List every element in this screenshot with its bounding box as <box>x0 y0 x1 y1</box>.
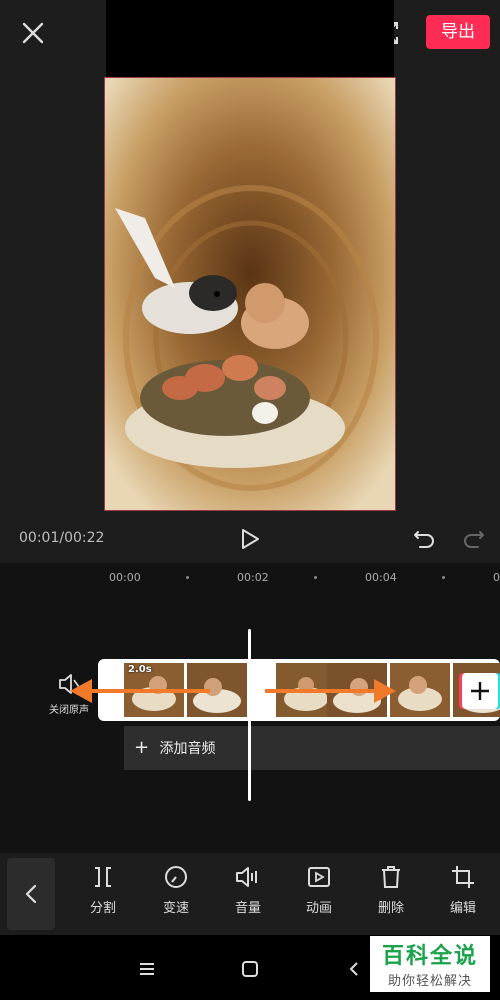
watermark-subtitle: 助你轻松解决 <box>387 974 472 989</box>
delete-icon <box>382 866 400 888</box>
export-button[interactable]: 导出 <box>426 15 490 49</box>
undo-icon <box>414 531 434 548</box>
volume-icon <box>236 867 257 887</box>
bottom-toolbar: 分割 变速 音量 动画 删除 编辑 <box>0 853 500 935</box>
volume-label: 音量 <box>234 901 261 916</box>
home-icon[interactable] <box>241 960 259 978</box>
crop-icon <box>452 866 474 888</box>
ruler-label: 00:00 <box>109 571 141 584</box>
play-button[interactable] <box>238 527 262 551</box>
volume-button[interactable]: 音量 <box>218 865 278 916</box>
speed-label: 变速 <box>162 901 189 916</box>
watermark-logo: 百科全说 助你轻松解决 <box>370 936 490 992</box>
redo-button[interactable] <box>462 527 486 551</box>
watermark-title: 百科全说 <box>381 944 478 969</box>
animation-label: 动画 <box>305 901 332 916</box>
ruler-label: 0 <box>493 571 500 584</box>
delete-button[interactable]: 删除 <box>361 865 421 916</box>
close-icon <box>22 22 44 44</box>
split-button[interactable]: 分割 <box>73 865 133 916</box>
ruler-label: 00:04 <box>365 571 397 584</box>
add-audio-button[interactable]: + 添加音频 <box>124 726 500 770</box>
edit-label: 编辑 <box>449 901 476 916</box>
edit-button[interactable]: 编辑 <box>433 865 493 916</box>
redo-icon <box>464 531 484 548</box>
ruler-label: 00:02 <box>237 571 269 584</box>
menu-icon[interactable] <box>138 961 156 977</box>
animation-icon <box>308 867 330 887</box>
speed-icon <box>165 866 187 888</box>
back-button[interactable] <box>7 858 55 930</box>
ruler-dot <box>186 576 189 579</box>
playback-time: 00:01/00:22 <box>19 530 105 546</box>
add-audio-label: 添加音频 <box>159 741 216 757</box>
timeline[interactable]: 00:00 00:02 00:04 0 关闭原声 2.0s + 添加音频 <box>0 563 500 853</box>
preview-letterbox <box>106 0 394 78</box>
chevron-left-icon <box>25 884 37 904</box>
back-nav-icon[interactable] <box>346 960 362 978</box>
undo-button[interactable] <box>412 527 436 551</box>
playhead[interactable] <box>248 629 251 801</box>
ruler-dot <box>442 576 445 579</box>
delete-label: 删除 <box>377 901 404 916</box>
close-button[interactable] <box>18 18 48 48</box>
play-icon <box>242 529 259 549</box>
video-preview[interactable] <box>104 77 396 511</box>
animation-button[interactable]: 动画 <box>289 865 349 916</box>
add-clip-button[interactable] <box>462 673 498 709</box>
split-label: 分割 <box>89 901 116 916</box>
speed-button[interactable]: 变速 <box>146 865 206 916</box>
plus-icon: + <box>134 737 150 758</box>
ruler-dot <box>314 576 317 579</box>
split-icon <box>95 867 111 887</box>
preview-image <box>105 78 395 510</box>
plus-icon <box>471 682 489 700</box>
annotation-arrows <box>70 679 396 703</box>
